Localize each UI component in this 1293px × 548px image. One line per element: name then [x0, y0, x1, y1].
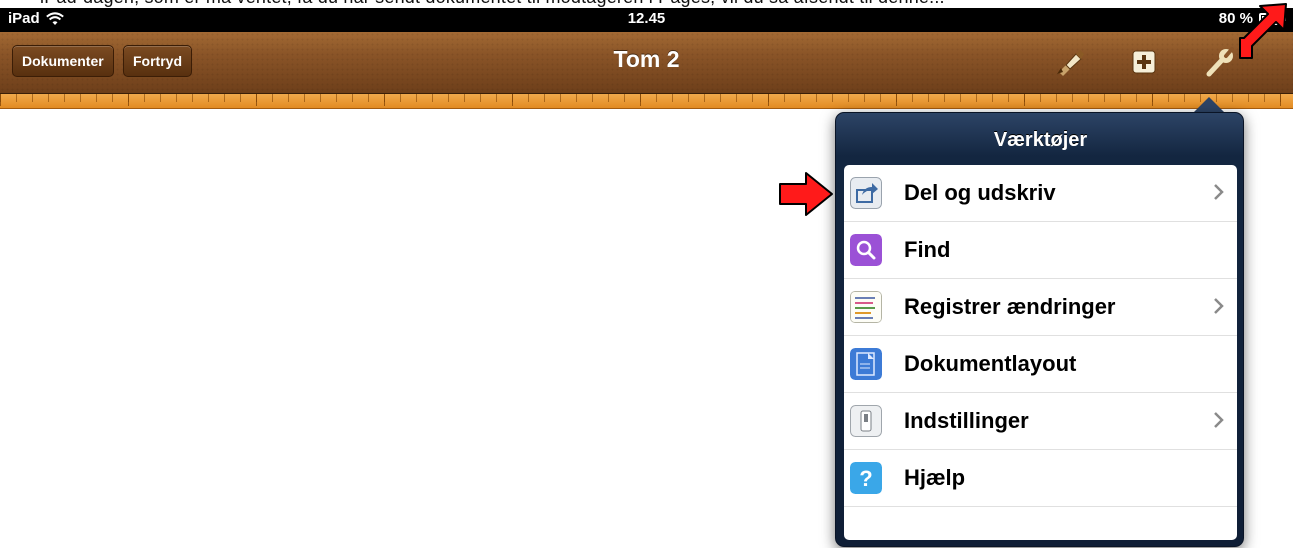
paintbrush-icon[interactable] [1055, 48, 1085, 76]
status-bar: iPad 12.45 80 % [0, 8, 1293, 32]
document-layout-icon [850, 348, 882, 380]
menu-item-track-changes[interactable]: Registrer ændringer [844, 279, 1237, 336]
track-changes-icon [850, 291, 882, 323]
ruler [0, 94, 1293, 109]
toolbar: Dokumenter Fortryd Tom 2 [0, 32, 1293, 94]
chevron-right-icon [1214, 298, 1224, 314]
find-icon [850, 234, 882, 266]
menu-item-document-layout[interactable]: Dokumentlayout [844, 336, 1237, 393]
menu-item-settings[interactable]: Indstillinger [844, 393, 1237, 450]
ruler-major-ticks [0, 94, 1293, 106]
tools-menu: Del og udskriv Find Registrer ændringer … [844, 165, 1237, 540]
tools-popover: Værktøjer Del og udskriv Find Registrer … [835, 112, 1244, 547]
menu-item-label: Registrer ændringer [904, 294, 1116, 319]
annotation-arrow-share [779, 172, 833, 216]
caption-strip: iPad-dagen, som er må ventet, få du har … [0, 0, 1293, 8]
menu-item-help[interactable]: ? Hjælp [844, 450, 1237, 507]
status-time: 12.45 [627, 10, 666, 27]
popover-arrow [1193, 97, 1225, 113]
caption-text: iPad-dagen, som er må ventet, få du har … [40, 0, 945, 8]
menu-item-find[interactable]: Find [844, 222, 1237, 279]
menu-item-label: Find [904, 237, 951, 262]
share-icon [850, 177, 882, 209]
wrench-icon[interactable] [1205, 46, 1235, 78]
menu-item-share-print[interactable]: Del og udskriv [844, 165, 1237, 222]
chevron-right-icon [1214, 412, 1224, 428]
annotation-arrow-wrench [1239, 3, 1287, 59]
menu-item-label: Del og udskriv [904, 180, 1056, 205]
menu-item-label: Dokumentlayout [904, 351, 1077, 376]
menu-item-label: Indstillinger [904, 408, 1029, 433]
document-title: Tom 2 [613, 46, 680, 72]
settings-icon [850, 405, 882, 437]
add-icon[interactable] [1132, 50, 1156, 74]
menu-item-label: Hjælp [904, 465, 966, 490]
screenshot: iPad-dagen, som er må ventet, få du har … [0, 0, 1293, 548]
popover-title: Værktøjer [993, 129, 1088, 151]
help-icon: ? [850, 462, 882, 494]
chevron-right-icon [1214, 184, 1224, 200]
svg-text:?: ? [859, 466, 872, 491]
document-partial-text [240, 109, 460, 115]
